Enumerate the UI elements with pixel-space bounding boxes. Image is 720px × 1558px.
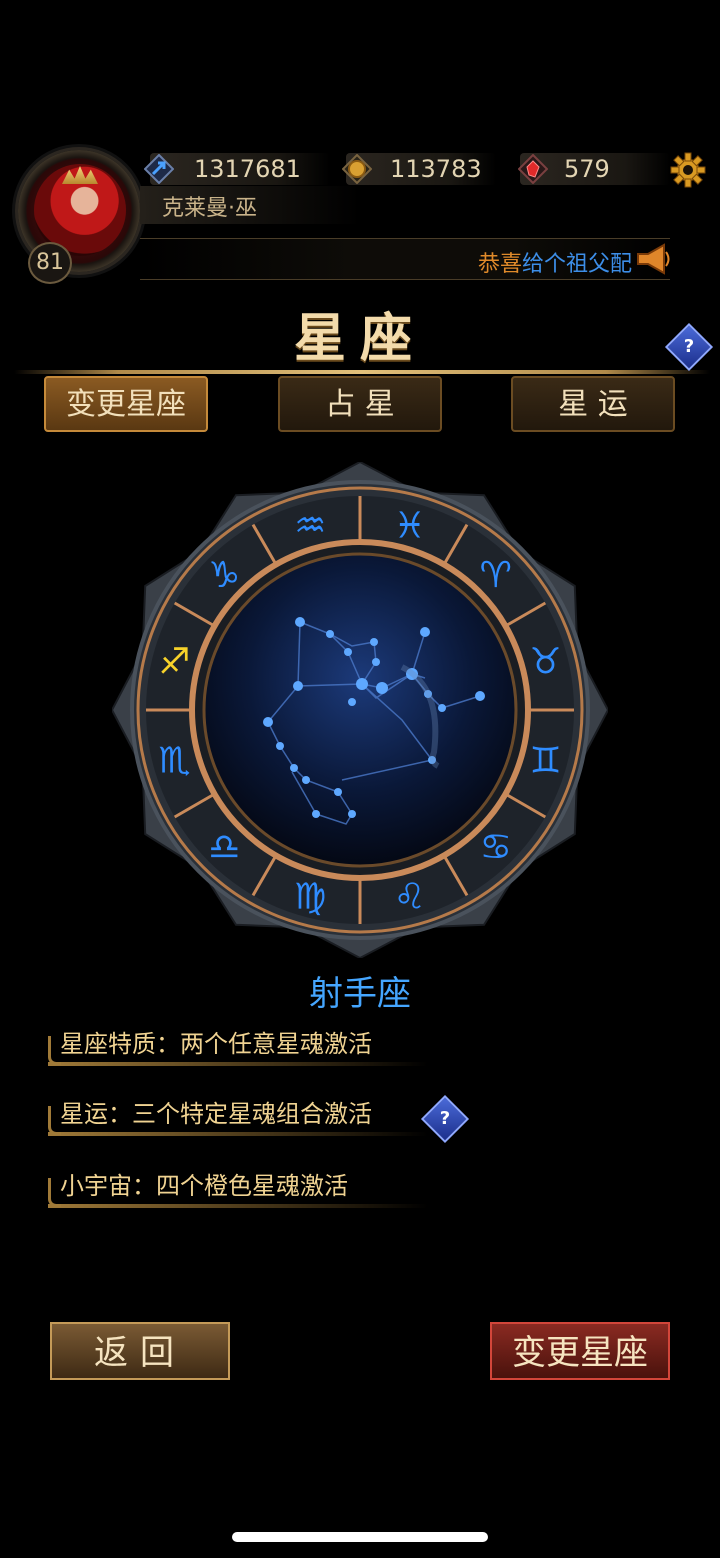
zodiac-sign-capricorn[interactable]: ♑: [208, 555, 240, 596]
sign-name: 射手座: [309, 974, 411, 1014]
tab-astrology[interactable]: 占 星: [278, 376, 442, 432]
zodiac-sign-sagittarius[interactable]: ♐: [158, 641, 190, 682]
red-gem-icon: [518, 154, 548, 184]
power-value: 1317681: [194, 155, 301, 183]
trait-divider: [48, 1132, 428, 1136]
zodiac-sign-cancer[interactable]: ♋: [480, 827, 512, 868]
gear-icon[interactable]: [670, 152, 706, 188]
change-sign-button[interactable]: 变更星座: [490, 1322, 670, 1380]
player-name: 克莱曼·巫: [162, 196, 257, 221]
level-badge: 81: [28, 242, 72, 284]
gold-value: 113783: [390, 155, 482, 183]
zodiac-sign-scorpio[interactable]: ♏: [158, 741, 190, 782]
back-button[interactable]: 返回: [50, 1322, 230, 1380]
help-icon[interactable]: ?: [420, 1094, 470, 1144]
zodiac-sign-taurus[interactable]: ♉: [529, 641, 561, 682]
title-divider: [14, 370, 710, 374]
zodiac-sign-gemini[interactable]: ♊: [529, 741, 561, 782]
trait-divider: [48, 1062, 428, 1066]
tab-change-sign[interactable]: 变更星座: [44, 376, 208, 432]
power-icon: [144, 154, 174, 184]
tab-star-fortune[interactable]: 星 运: [511, 376, 675, 432]
home-indicator[interactable]: [232, 1532, 488, 1542]
announcement-text: 恭喜给个祖父配: [478, 252, 633, 277]
zodiac-sign-leo[interactable]: ♌: [394, 876, 426, 917]
zodiac-wheel[interactable]: ♓ ♈ ♉ ♊ ♋ ♌ ♍ ♎ ♏ ♐ ♑ ♒: [112, 462, 608, 958]
megaphone-icon[interactable]: [634, 242, 672, 276]
page-title: 星座: [293, 308, 426, 369]
zodiac-sign-pisces[interactable]: ♓: [394, 506, 426, 547]
zodiac-sign-virgo[interactable]: ♍: [294, 876, 326, 917]
zodiac-sign-aquarius[interactable]: ♒: [294, 506, 326, 547]
trait-divider: [48, 1204, 428, 1208]
zodiac-sign-aries[interactable]: ♈: [480, 555, 512, 596]
gem-value: 579: [564, 155, 610, 183]
zodiac-sign-libra[interactable]: ♎: [208, 827, 240, 868]
gold-coin-icon: [342, 154, 372, 184]
